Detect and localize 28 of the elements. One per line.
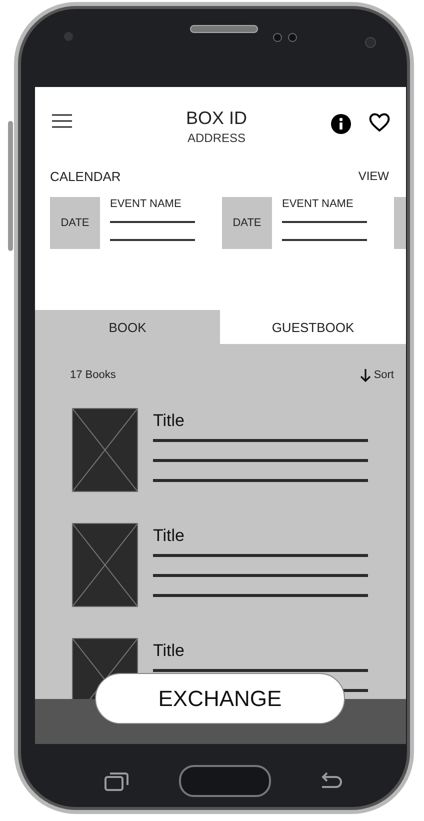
book-count: 17 Books — [70, 369, 116, 381]
info-icon[interactable] — [331, 114, 351, 134]
exchange-button[interactable]: EXCHANGE — [95, 673, 345, 724]
view-link[interactable]: VIEW — [358, 169, 389, 183]
date-box: DATE — [222, 197, 272, 249]
sensor-dot — [365, 37, 376, 48]
home-button[interactable] — [178, 765, 270, 797]
camera-dot — [288, 33, 297, 42]
tab[interactable]: BOOK — [35, 310, 220, 344]
book-title: Title — [153, 641, 186, 661]
arrow-down-icon — [360, 368, 371, 382]
camera-dot — [273, 33, 282, 42]
back-arrow-icon[interactable] — [319, 772, 343, 790]
image-placeholder-icon — [72, 408, 138, 492]
book-title: Title — [153, 411, 186, 431]
box-title: BOX ID — [186, 107, 247, 129]
speaker-grille — [190, 25, 258, 33]
calendar-label: CALENDAR — [50, 168, 121, 184]
address-text: ADDRESS — [187, 131, 246, 145]
recent-apps-icon[interactable] — [104, 770, 130, 792]
book-title: Title — [153, 526, 186, 546]
date-box: DATE — [50, 197, 100, 249]
sort-button[interactable]: Sort — [360, 368, 394, 382]
event-name: EVENT NAME — [110, 198, 182, 210]
menu-icon[interactable] — [52, 114, 72, 128]
heart-icon[interactable] — [369, 113, 390, 132]
event-name: EVENT NAME — [282, 198, 354, 210]
image-placeholder-icon — [72, 523, 138, 607]
